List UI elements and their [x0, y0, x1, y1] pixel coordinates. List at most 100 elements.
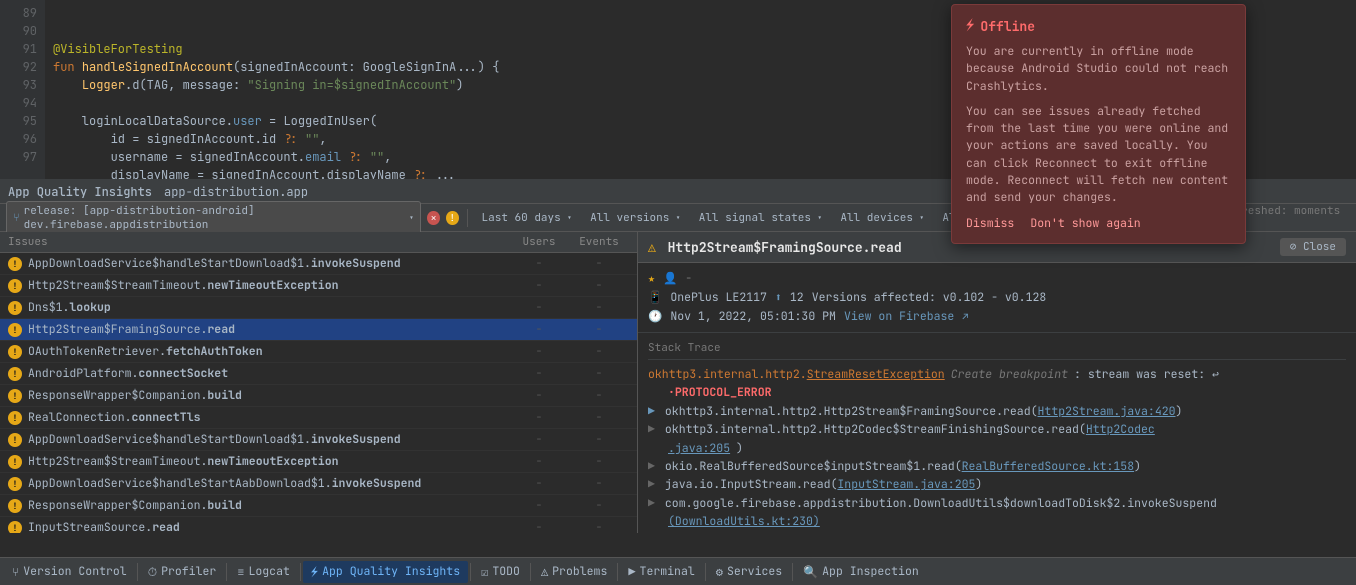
offline-body-2: You can see issues already fetched from …	[966, 103, 1231, 207]
list-item[interactable]: ! RealConnection.connectTls - -	[0, 407, 637, 429]
list-item[interactable]: ! AppDownloadService$handleStartDownload…	[0, 429, 637, 451]
warning-icon: !	[8, 279, 22, 293]
stack-text: okhttp3.internal.http2.Http2Stream$Frami…	[665, 403, 1183, 421]
warning-icon: !	[8, 367, 22, 381]
issue-users: -	[509, 366, 569, 381]
versions-affected: Versions affected: v0.102 - v0.128	[812, 290, 1047, 305]
stack-link[interactable]: (DownloadUtils.kt:230)	[668, 513, 820, 531]
user-separator: -	[685, 271, 692, 286]
list-item[interactable]: ! Dns$1.lookup - -	[0, 297, 637, 319]
warning-icon: !	[8, 389, 22, 403]
versions-count: 12	[790, 290, 804, 305]
line-numbers: 89 90 91 92 93 94 95 96 97	[0, 0, 45, 179]
bullet-icon: ▶	[648, 421, 655, 439]
external-link-icon: ↗	[962, 310, 968, 323]
list-item[interactable]: ! Http2Stream$FramingSource.read - -	[0, 319, 637, 341]
terminal-icon: ▶	[628, 564, 635, 580]
offline-icon: ⚡	[966, 17, 974, 35]
issue-events: -	[569, 256, 629, 271]
status-separator	[470, 563, 471, 581]
stack-line: ▶ okhttp3.internal.http2.Http2Codec$Stre…	[648, 421, 1346, 439]
profiler-label: Profiler	[161, 564, 216, 579]
aqi-app: app-distribution.app	[164, 184, 308, 200]
stack-link[interactable]: RealBufferedSource.kt:158	[962, 459, 1135, 474]
detail-meta: ★ 👤 - 📱 OnePlus LE2117 ⬆ 12 Versions aff…	[638, 263, 1356, 333]
warning-icon: !	[8, 301, 22, 315]
devices-selector[interactable]: All devices	[834, 209, 930, 227]
view-firebase-link[interactable]: View on Firebase	[844, 309, 954, 324]
issue-users: -	[509, 520, 569, 533]
stack-link[interactable]: Http2Stream.java:420	[1038, 404, 1176, 419]
issue-users: -	[509, 278, 569, 293]
signal-states-label: All signal states	[699, 211, 811, 225]
stack-line: ▶ com.google.firebase.appdistribution.Do…	[648, 495, 1346, 513]
list-item[interactable]: ! ResponseWrapper$Companion.build - -	[0, 495, 637, 517]
list-item[interactable]: ! AppDownloadService$handleStartDownload…	[0, 253, 637, 275]
exception-text: okhttp3.internal.http2.StreamResetExcept…	[648, 366, 945, 384]
stack-line: (DownloadUtils.kt:230)	[648, 513, 1346, 531]
list-item[interactable]: ! AndroidPlatform.connectSocket - -	[0, 363, 637, 385]
aqi-icon: ⚡	[311, 564, 318, 580]
list-item[interactable]: ! AppDownloadService$handleStartAabDownl…	[0, 473, 637, 495]
list-item[interactable]: ! OAuthTokenRetriever.fetchAuthToken - -	[0, 341, 637, 363]
stack-link[interactable]: InputStream.java:205	[837, 477, 975, 492]
toolbar-separator-1	[467, 209, 468, 227]
app-inspection-label: App Inspection	[822, 564, 919, 579]
stack-line: ▶ okio.RealBufferedSource$inputStream$1.…	[648, 458, 1346, 476]
warning-icon: !	[8, 257, 22, 271]
issue-events: -	[569, 366, 629, 381]
user-icon: 👤	[663, 271, 677, 286]
todo-label: TODO	[492, 564, 520, 579]
stack-link[interactable]: Http2Codec	[1086, 422, 1155, 437]
chevron-down-icon: ▾	[409, 212, 414, 224]
star-icon[interactable]: ★	[648, 271, 655, 286]
app-inspection-tab[interactable]: 🔍 App Inspection	[795, 561, 927, 583]
version-control-tab[interactable]: ⑂ Version Control	[4, 561, 135, 583]
meta-row-controls: ★ 👤 -	[648, 271, 1346, 286]
signal-states-selector[interactable]: All signal states	[693, 209, 829, 227]
issue-users: -	[509, 476, 569, 491]
problems-label: Problems	[552, 564, 607, 579]
list-item[interactable]: ! ResponseWrapper$Companion.build - -	[0, 385, 637, 407]
stack-paren: )	[736, 440, 743, 458]
dont-show-button[interactable]: Don't show again	[1030, 216, 1140, 231]
time-range-selector[interactable]: Last 60 days	[476, 209, 579, 227]
issue-events: -	[569, 278, 629, 293]
release-selector[interactable]: ⑂ release: [app-distribution-android] de…	[6, 201, 421, 235]
issue-events: -	[569, 300, 629, 315]
offline-title: Offline	[980, 18, 1035, 35]
warning-icon: !	[8, 477, 22, 491]
close-button[interactable]: ⊘ Close	[1280, 238, 1346, 256]
issue-users: -	[509, 322, 569, 337]
status-separator	[617, 563, 618, 581]
users-col-header: Users	[509, 235, 569, 249]
profiler-tab[interactable]: ⏱ Profiler	[140, 561, 225, 583]
list-item[interactable]: ! InputStreamSource.read - -	[0, 517, 637, 533]
protocol-error: ·PROTOCOL_ERROR	[668, 384, 772, 402]
aqi-tab[interactable]: ⚡ App Quality Insights	[303, 561, 468, 583]
issue-name: AppDownloadService$handleStartDownload$1…	[28, 256, 509, 271]
detail-title-text: Http2Stream$FramingSource.read	[668, 239, 902, 256]
issue-name: ResponseWrapper$Companion.build	[28, 498, 509, 513]
issue-name: Http2Stream$StreamTimeout.newTimeoutExce…	[28, 278, 509, 293]
versions-icon: ⬆	[775, 290, 782, 305]
terminal-tab[interactable]: ▶ Terminal	[620, 561, 702, 583]
status-separator	[300, 563, 301, 581]
meta-row-device: 📱 OnePlus LE2117 ⬆ 12 Versions affected:…	[648, 290, 1346, 305]
todo-tab[interactable]: ☑ TODO	[473, 561, 528, 583]
status-separator	[530, 563, 531, 581]
issue-name: Http2Stream$StreamTimeout.newTimeoutExce…	[28, 454, 509, 469]
problems-tab[interactable]: ⚠ Problems	[533, 561, 615, 583]
issue-events: -	[569, 432, 629, 447]
bullet-icon: ▶	[648, 495, 655, 513]
stack-link[interactable]: .java:205	[668, 440, 730, 458]
todo-icon: ☑	[481, 564, 488, 580]
offline-popup: ⚡ Offline You are currently in offline m…	[951, 4, 1246, 244]
dismiss-button[interactable]: Dismiss	[966, 216, 1014, 231]
services-tab[interactable]: ⚙ Services	[708, 561, 790, 583]
list-item[interactable]: ! Http2Stream$StreamTimeout.newTimeoutEx…	[0, 275, 637, 297]
versions-selector[interactable]: All versions	[584, 209, 687, 227]
list-item[interactable]: ! Http2Stream$StreamTimeout.newTimeoutEx…	[0, 451, 637, 473]
logcat-tab[interactable]: ≡ Logcat	[229, 561, 298, 583]
breakpoint-hint[interactable]: Create breakpoint	[951, 366, 1068, 384]
